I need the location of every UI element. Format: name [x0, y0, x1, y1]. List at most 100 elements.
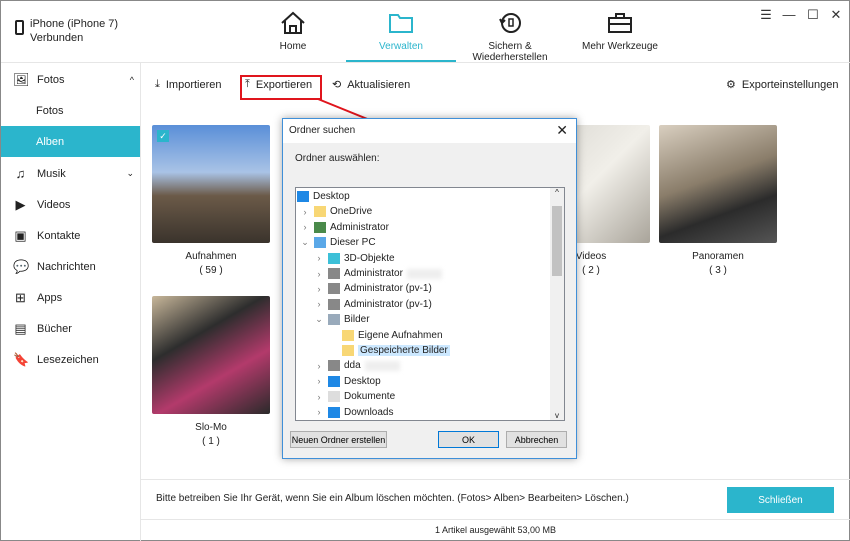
sidebar-item-fotos-sub[interactable]: Fotos: [1, 95, 140, 126]
user-icon: [314, 221, 326, 233]
home-icon: [281, 11, 305, 34]
tree-item[interactable]: › Administrator (pv-1): [314, 297, 432, 312]
document-icon: [328, 391, 340, 403]
tree-item[interactable]: › Administrator: [300, 220, 389, 235]
sidebar-item-label: Musik: [37, 167, 66, 180]
chevron-right-icon[interactable]: ›: [314, 253, 324, 263]
bottom-bar: Bitte betreiben Sie Ihr Gerät, wenn Sie …: [141, 479, 850, 519]
tree-item-label: Dieser PC: [330, 237, 376, 249]
chevron-right-icon[interactable]: ›: [314, 376, 324, 386]
tree-item[interactable]: › Dokumente: [314, 389, 395, 404]
tree-item-label: Administrator (pv-1): [344, 298, 432, 310]
tab-backup[interactable]: Sichern & Wiederherstellen: [450, 11, 570, 63]
sidebar-item-label: Fotos: [37, 73, 65, 86]
download-icon: [328, 406, 340, 418]
tree-item[interactable]: Gespeicherte Bilder: [328, 343, 450, 358]
menu-button[interactable]: ☰: [758, 7, 774, 23]
folder-browser-dialog: Ordner suchen ✕ Ordner auswählen: ^ v Des…: [282, 118, 577, 459]
tree-item[interactable]: › Downloads: [314, 405, 393, 420]
album-slo-mo[interactable]: Slo-Mo ( 1 ): [152, 296, 270, 447]
chevron-right-icon[interactable]: ›: [314, 392, 324, 402]
tab-label: Verwalten: [379, 41, 423, 52]
sidebar-item-alben[interactable]: Alben: [1, 126, 140, 157]
chevron-right-icon[interactable]: ›: [314, 407, 324, 417]
tree-item-label: Gespeicherte Bilder: [358, 345, 450, 356]
refresh-button[interactable]: ⟲ Aktualisieren: [332, 78, 411, 92]
export-icon: ⤒: [245, 78, 250, 90]
close-button[interactable]: Schließen: [727, 487, 834, 513]
sidebar-item-videos[interactable]: ▶ Videos: [1, 189, 140, 220]
close-window-button[interactable]: ✕: [828, 7, 844, 23]
chevron-right-icon[interactable]: ›: [314, 299, 324, 309]
sidebar-item-kontakte[interactable]: ▣ Kontakte: [1, 220, 140, 251]
tree-item-label: Eigene Aufnahmen: [358, 329, 443, 341]
export-button[interactable]: ⤒ Exportieren: [245, 78, 312, 91]
tree-item[interactable]: › Administrator: [314, 266, 442, 281]
contacts-icon: ▣: [14, 227, 27, 243]
tab-tools[interactable]: Mehr Werkzeuge: [560, 11, 680, 52]
scrollbar-thumb[interactable]: [552, 206, 562, 276]
redacted-text: [364, 360, 400, 371]
tree-item[interactable]: ⌄ Dieser PC: [300, 235, 376, 250]
album-aufnahmen[interactable]: ✓ Aufnahmen ( 59 ): [152, 125, 270, 276]
network-drive-icon: [328, 283, 340, 295]
sidebar-item-label: Videos: [37, 198, 71, 211]
album-count: ( 59 ): [199, 265, 223, 276]
tab-label: Sichern & Wiederherstellen: [472, 41, 548, 63]
sidebar-item-apps[interactable]: ⊞ Apps: [1, 282, 140, 313]
minimize-button[interactable]: —: [781, 7, 797, 22]
button-label: Aktualisieren: [347, 78, 411, 91]
tree-item[interactable]: Eigene Aufnahmen: [328, 328, 443, 343]
album-panoramen[interactable]: Panoramen ( 3 ): [659, 125, 777, 276]
tree-item[interactable]: › dda: [314, 358, 400, 373]
tree-item-label: Desktop: [313, 191, 350, 202]
sidebar-item-musik[interactable]: ♫ Musik ⌄: [1, 158, 140, 189]
sidebar-item-nachrichten[interactable]: 💬 Nachrichten: [1, 251, 140, 282]
gear-icon: ⚙: [726, 79, 736, 91]
sidebar-item-label: Nachrichten: [37, 260, 96, 273]
tree-item[interactable]: Desktop: [297, 189, 350, 204]
chevron-right-icon[interactable]: ›: [314, 361, 324, 371]
chevron-right-icon[interactable]: ›: [300, 207, 310, 217]
import-button[interactable]: ⤓ Importieren: [155, 78, 222, 91]
tab-verwalten[interactable]: Verwalten: [341, 11, 461, 52]
album-count: ( 1 ): [202, 436, 220, 447]
checkbox-checked-icon[interactable]: ✓: [157, 130, 169, 142]
sidebar-item-buecher[interactable]: ▤ Bücher: [1, 313, 140, 344]
dialog-title: Ordner suchen: [283, 119, 576, 143]
tree-item[interactable]: ⌄ Bilder: [314, 312, 370, 327]
folder-icon: [314, 206, 326, 218]
button-label: Exportieren: [255, 78, 313, 91]
button-label: Importieren: [165, 78, 222, 91]
network-drive-icon: [328, 360, 340, 372]
sidebar-item-lesezeichen[interactable]: 🔖 Lesezeichen: [1, 344, 140, 375]
chevron-right-icon[interactable]: ›: [300, 222, 310, 232]
music-icon: ♫: [15, 165, 26, 181]
tree-item-label: OneDrive: [330, 206, 373, 218]
chevron-right-icon[interactable]: ›: [314, 269, 324, 279]
folder-tree: ^ v Desktop › OneDrive › Administrator ⌄ Dieser…: [295, 187, 565, 421]
chevron-right-icon[interactable]: ›: [314, 284, 324, 294]
chevron-down-icon[interactable]: ⌄: [314, 314, 324, 325]
cancel-button[interactable]: Abbrechen: [506, 431, 567, 448]
album-thumbnail: [152, 125, 270, 243]
dialog-close-icon[interactable]: ✕: [556, 122, 568, 139]
maximize-button[interactable]: ☐: [805, 7, 821, 23]
ok-button[interactable]: OK: [438, 431, 499, 448]
active-tab-indicator: [346, 60, 456, 62]
scrollbar[interactable]: ^ v: [550, 188, 564, 420]
tab-label: Mehr Werkzeuge: [582, 41, 658, 52]
tree-item[interactable]: › Administrator (pv-1): [314, 281, 432, 296]
new-folder-button[interactable]: Neuen Ordner erstellen: [290, 431, 387, 448]
tree-item-label: Administrator (pv-1): [344, 283, 432, 295]
export-settings-button[interactable]: ⚙ Exporteinstellungen: [726, 78, 839, 92]
tree-item[interactable]: › Desktop: [314, 374, 381, 389]
folder-icon: [342, 345, 354, 356]
tab-home[interactable]: Home: [233, 11, 353, 52]
sidebar-item-label: Apps: [37, 291, 63, 304]
tree-item[interactable]: › OneDrive: [300, 204, 372, 219]
tree-item-label: dda: [344, 360, 361, 372]
sidebar-item-fotos[interactable]: 🖼 Fotos ^: [1, 64, 140, 95]
tree-item[interactable]: › 3D-Objekte: [314, 251, 395, 266]
chevron-down-icon[interactable]: ⌄: [300, 237, 310, 248]
